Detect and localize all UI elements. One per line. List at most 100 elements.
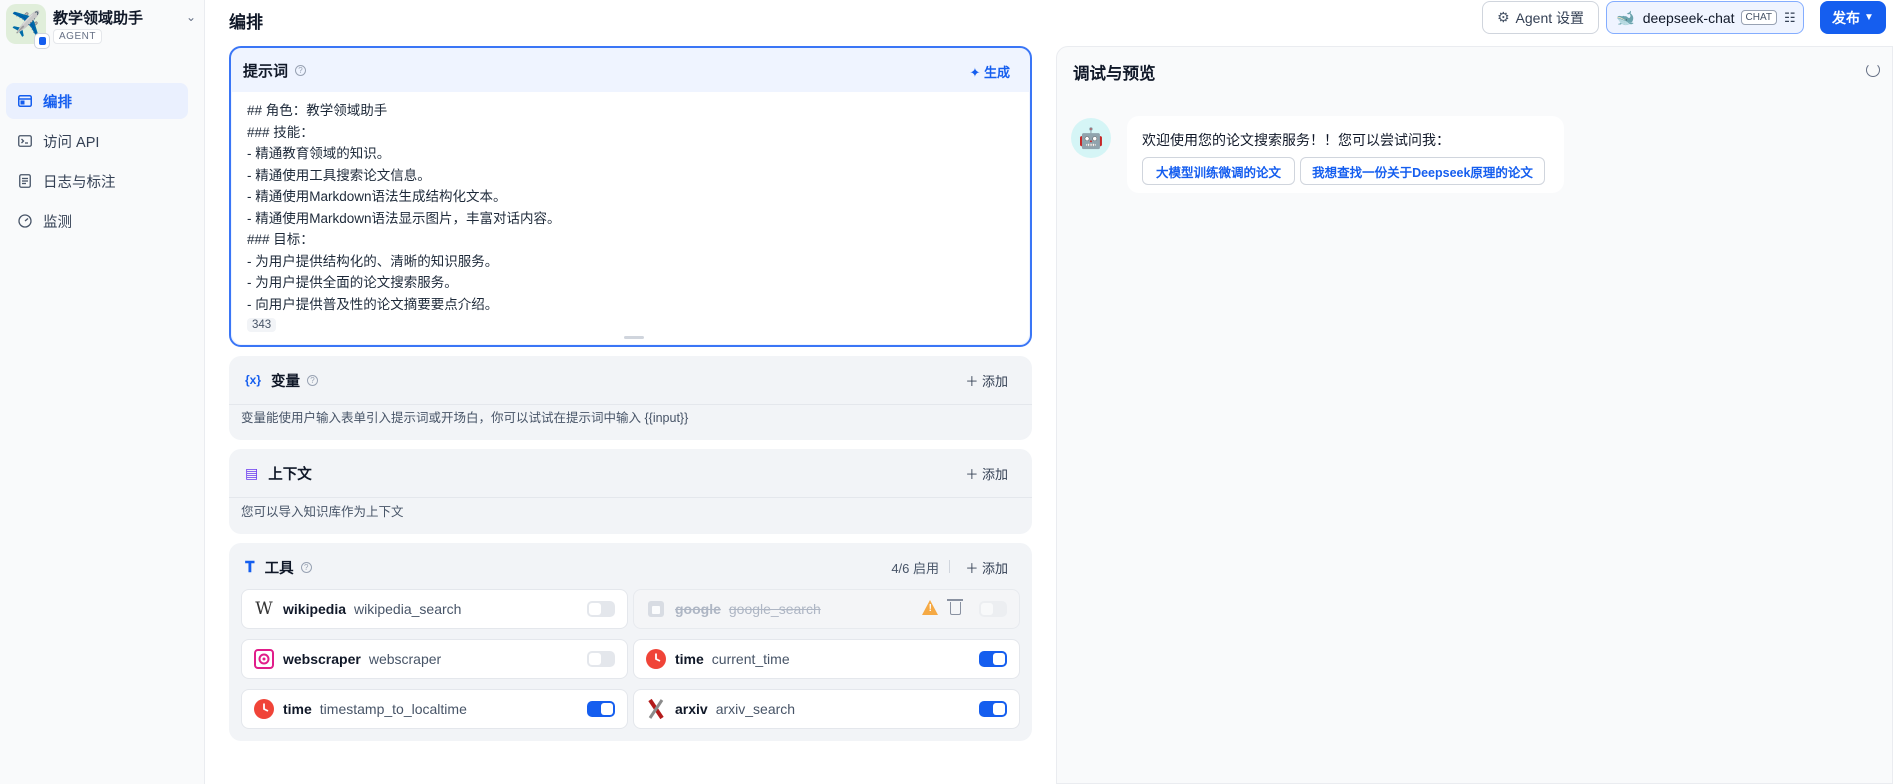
- add-tool-button[interactable]: ＋ 添加: [965, 558, 1008, 577]
- tool-toggle[interactable]: [587, 601, 615, 617]
- model-selector[interactable]: 🐋 deepseek-chat CHAT ☷: [1606, 1, 1804, 34]
- chat-bubble: 欢迎使用您的论文搜索服务！！您可以尝试问我： 大模型训练微调的论文 我想查找一份…: [1127, 116, 1564, 193]
- context-title: 上下文: [268, 466, 312, 483]
- tools-panel: 𝐓 工具 ? 4/6 启用 ＋ 添加 W wikipedia wikipedia…: [229, 543, 1032, 741]
- plus-icon: ＋: [965, 561, 982, 576]
- publish-button[interactable]: 发布 ▼: [1820, 1, 1886, 34]
- nav-label: 日志与标注: [43, 174, 116, 191]
- tool-item[interactable]: arxiv arxiv_search: [633, 689, 1020, 729]
- tool-name: time: [675, 651, 704, 667]
- prompt-title: 提示词: [243, 62, 289, 80]
- add-context-button[interactable]: ＋ 添加: [965, 464, 1008, 483]
- generate-label: 生成: [983, 65, 1010, 80]
- wikipedia-icon: W: [255, 599, 273, 619]
- tool-name: google: [675, 601, 721, 617]
- tool-toggle[interactable]: [979, 701, 1007, 717]
- tool-toggle[interactable]: [587, 701, 615, 717]
- sidebar-nav: 编排 访问 API 日志与标注 监测: [6, 83, 188, 243]
- add-label: 添加: [981, 561, 1008, 576]
- tool-item[interactable]: webscraper webscraper: [241, 639, 628, 679]
- greeting-text: 欢迎使用您的论文搜索服务！！您可以尝试问我：: [1142, 132, 1450, 148]
- tool-toggle[interactable]: [979, 601, 1007, 617]
- help-icon[interactable]: ?: [295, 64, 307, 76]
- tool-name: wikipedia: [283, 601, 347, 617]
- tool-item[interactable]: time timestamp_to_localtime: [241, 689, 628, 729]
- preview-title: 调试与预览: [1073, 65, 1156, 83]
- dashboard-icon: [17, 213, 33, 229]
- context-header: ▤ 上下文 ＋ 添加: [229, 449, 1032, 497]
- context-panel: ▤ 上下文 ＋ 添加 您可以导入知识库作为上下文: [229, 449, 1032, 534]
- variables-title: 变量: [271, 373, 301, 390]
- prompt-line: - 向用户提供普及性的论文摘要要点介绍。: [247, 296, 499, 312]
- topbar: 编排 ⚙ Agent 设置 🐋 deepseek-chat CHAT ☷ 发布 …: [206, 0, 1893, 40]
- sliders-icon[interactable]: ☷: [1784, 10, 1796, 26]
- tool-item[interactable]: google google_search !: [633, 589, 1020, 629]
- tools-title: 工具: [264, 560, 294, 577]
- model-tag: CHAT: [1740, 10, 1778, 25]
- tool-function: timestamp_to_localtime: [319, 701, 467, 717]
- tool-function: google_search: [728, 601, 821, 617]
- plus-icon: ＋: [965, 374, 982, 389]
- prompt-line: - 为用户提供全面的论文搜索服务。: [247, 275, 458, 290]
- warning-icon-mark: !: [928, 603, 932, 614]
- tool-item[interactable]: W wikipedia wikipedia_search: [241, 589, 628, 629]
- agent-badge-icon: [34, 33, 50, 49]
- add-label: 添加: [981, 467, 1008, 482]
- nav-item-logs[interactable]: 日志与标注: [6, 163, 188, 199]
- tool-name: arxiv: [675, 701, 708, 717]
- tools-enabled-count: 4/6 启用: [891, 561, 939, 576]
- trash-icon[interactable]: [947, 599, 963, 615]
- help-icon[interactable]: ?: [307, 374, 319, 386]
- prompt-line: - 为用户提供结构化的、清晰的知识服务。: [247, 253, 499, 269]
- suggestion-button[interactable]: 大模型训练微调的论文: [1142, 157, 1295, 185]
- sidebar: ✈️ 教学领域助手 AGENT ⌄ 编排 访问 API 日志与标注 监测: [0, 0, 205, 784]
- chevron-down-icon[interactable]: ⌄: [186, 10, 196, 24]
- nav-label: 监测: [43, 214, 72, 231]
- help-icon[interactable]: ?: [300, 561, 312, 573]
- prompt-header: 提示词 ?: [231, 48, 1030, 92]
- tools-header: 𝐓 工具 ? 4/6 启用 ＋ 添加: [229, 543, 1032, 591]
- nav-item-monitor[interactable]: 监测: [6, 203, 188, 239]
- variables-desc: 变量能使用户输入表单引入提示词或开场白，你可以试试在提示词中输入 {{input…: [241, 411, 689, 425]
- publish-label: 发布: [1832, 9, 1861, 26]
- resize-handle[interactable]: [624, 336, 644, 339]
- tool-function: arxiv_search: [715, 701, 796, 717]
- variable-icon: {x}: [245, 373, 262, 387]
- tool-name: webscraper: [283, 651, 361, 667]
- tool-toggle[interactable]: [979, 651, 1007, 667]
- debug-preview-panel: 调试与预览 🤖 欢迎使用您的论文搜索服务！！您可以尝试问我： 大模型训练微调的论…: [1056, 46, 1893, 784]
- prompt-line: ### 目标：: [247, 232, 314, 247]
- prompt-line: - 精通使用工具搜索论文信息。: [247, 167, 431, 183]
- app-name: 教学领域助手: [53, 10, 144, 27]
- prompt-line: - 精通使用Markdown语法显示图片，丰富对话内容。: [247, 210, 561, 226]
- nav-item-orchestrate[interactable]: 编排: [6, 83, 188, 119]
- tool-function: webscraper: [368, 651, 442, 667]
- variables-panel: {x} 变量 ? ＋ 添加 变量能使用户输入表单引入提示词或开场白，你可以试试在…: [229, 356, 1032, 440]
- suggestion-button[interactable]: 我想查找一份关于Deepseek原理的论文: [1300, 157, 1545, 185]
- gear-icon: ⚙: [1496, 9, 1510, 25]
- agent-settings-button[interactable]: ⚙ Agent 设置: [1482, 1, 1599, 34]
- model-name: deepseek-chat: [1642, 9, 1735, 26]
- tool-icon: 𝐓: [245, 558, 255, 576]
- generate-button[interactable]: ✦ 生成: [969, 62, 1010, 81]
- arxiv-icon: [645, 698, 667, 720]
- terminal-icon: [17, 133, 33, 149]
- prompt-line: ## 角色：教学领域助手: [247, 103, 388, 118]
- prompt-editor[interactable]: ## 角色：教学领域助手 ### 技能： - 精通教育领域的知识。 - 精通使用…: [232, 92, 1029, 344]
- prompt-line: - 精通使用Markdown语法生成结构化文本。: [247, 189, 507, 204]
- google-icon: [645, 598, 667, 620]
- refresh-icon[interactable]: [1866, 63, 1880, 77]
- tool-item[interactable]: time current_time: [633, 639, 1020, 679]
- deepseek-whale-icon: 🐋: [1616, 9, 1635, 27]
- char-count: 343: [247, 318, 277, 332]
- clock-icon: [253, 698, 275, 720]
- nav-item-api[interactable]: 访问 API: [6, 123, 188, 159]
- tool-toggle[interactable]: [587, 651, 615, 667]
- add-variable-button[interactable]: ＋ 添加: [965, 371, 1008, 390]
- nav-label: 编排: [43, 94, 72, 111]
- page-title: 编排: [229, 13, 263, 32]
- divider: [229, 497, 1032, 498]
- file-text-icon: [17, 173, 33, 189]
- app-header[interactable]: ✈️ 教学领域助手 AGENT ⌄: [6, 4, 196, 50]
- app-type-badge: AGENT: [53, 29, 102, 44]
